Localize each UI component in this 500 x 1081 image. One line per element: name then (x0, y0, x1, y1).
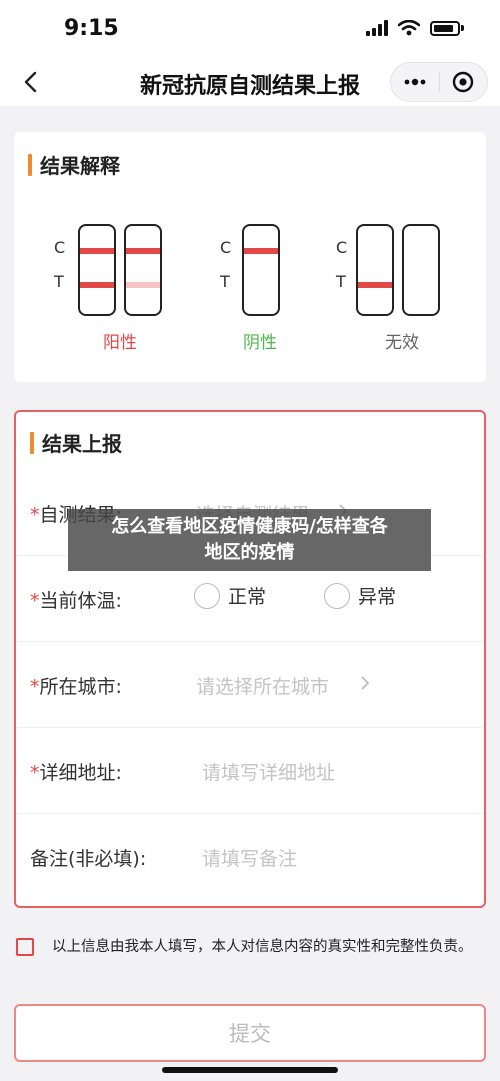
field-label: *所在城市: (30, 672, 122, 699)
home-indicator (162, 1067, 338, 1073)
field-label: 备注(非必填): (30, 844, 146, 871)
status-icons (366, 20, 464, 36)
control-line (80, 248, 114, 254)
invalid-example: C T 无效 (336, 224, 456, 353)
negative-label: 阴性 (243, 333, 277, 353)
wifi-icon (398, 20, 420, 36)
target-close-icon (453, 71, 474, 93)
c-label: C (220, 238, 232, 257)
section-accent-bar (28, 153, 32, 176)
caption-line-1: 怎么查看地区疫情健康码/怎样查各 (111, 516, 388, 537)
status-bar: 9:15 (0, 0, 500, 58)
result-report-card: 结果上报 *自测结果: 选择自测结果 *当前体温: 正常 异常 *所在城市: 请… (14, 410, 486, 908)
interpretation-title: 结果解释 (40, 154, 120, 178)
more-dots-icon (404, 78, 426, 86)
city-row[interactable]: *所在城市: 请选择所在城市 (16, 642, 484, 728)
temperature-label: 当前体温: (39, 590, 122, 612)
invalid-label: 无效 (385, 333, 419, 353)
control-line (126, 248, 160, 254)
test-strip (242, 224, 280, 316)
result-interpretation-card: 结果解释 C T 阳性 C T 阴性 C T 无效 (14, 132, 486, 382)
t-label: T (220, 272, 230, 291)
temperature-normal-radio[interactable]: 正常 (194, 582, 266, 609)
required-mark: * (30, 762, 40, 784)
caption-overlay: 怎么查看地区疫情健康码/怎样查各 地区的疫情 (68, 509, 431, 571)
agreement-text: 以上信息由我本人填写，本人对信息内容的真实性和完整性负责。 (52, 939, 473, 955)
interpretation-header: 结果解释 (28, 150, 120, 179)
address-input[interactable]: 请填写详细地址 (202, 758, 335, 785)
field-label: *详细地址: (30, 758, 122, 785)
caption-text: 怎么查看地区疫情健康码/怎样查各 地区的疫情 (101, 514, 398, 566)
nav-bar: 新冠抗原自测结果上报 (0, 58, 500, 106)
field-label: *当前体温: (30, 586, 122, 613)
more-button[interactable] (391, 63, 439, 101)
test-strip (124, 224, 162, 316)
faint-test-line (126, 282, 160, 288)
radio-label: 正常 (228, 586, 267, 608)
negative-example: C T 阴性 (220, 224, 300, 353)
radio-label: 异常 (358, 586, 397, 608)
address-row: *详细地址: 请填写详细地址 (16, 728, 484, 814)
caption-line-2: 地区的疫情 (204, 542, 295, 563)
required-mark: * (30, 590, 40, 612)
chevron-right-icon (361, 676, 370, 690)
city-label: 所在城市: (39, 676, 122, 698)
t-label: T (54, 272, 64, 291)
temperature-abnormal-radio[interactable]: 异常 (324, 582, 396, 609)
control-line (244, 248, 278, 254)
report-title: 结果上报 (42, 432, 122, 456)
battery-cap (461, 25, 464, 31)
remark-row: 备注(非必填): 请填写备注 (16, 814, 484, 900)
battery-icon (430, 20, 460, 36)
test-line (80, 282, 114, 288)
radio-circle-icon (324, 582, 350, 609)
address-label: 详细地址: (39, 762, 122, 784)
test-strip (402, 224, 440, 316)
test-line (358, 282, 392, 288)
required-mark: * (30, 504, 40, 526)
t-label: T (336, 272, 346, 291)
c-label: C (54, 238, 66, 257)
c-label: C (336, 238, 348, 257)
section-accent-bar (30, 431, 34, 454)
required-mark: * (30, 676, 40, 698)
test-strip (78, 224, 116, 316)
test-strip (356, 224, 394, 316)
submit-button[interactable]: 提交 (14, 1004, 486, 1062)
agreement-checkbox[interactable] (16, 938, 34, 956)
signal-icon (366, 20, 388, 36)
status-time: 9:15 (64, 16, 119, 41)
mini-program-capsule (390, 62, 488, 102)
positive-example: C T 阳性 (54, 224, 184, 353)
positive-label: 阳性 (103, 333, 137, 353)
remark-input[interactable]: 请填写备注 (202, 844, 297, 871)
radio-circle-icon (194, 582, 220, 609)
close-button[interactable] (440, 63, 488, 101)
city-picker[interactable]: 请选择所在城市 (196, 672, 329, 699)
remark-label: 备注(非必填): (30, 848, 147, 870)
report-header: 结果上报 (30, 428, 122, 457)
